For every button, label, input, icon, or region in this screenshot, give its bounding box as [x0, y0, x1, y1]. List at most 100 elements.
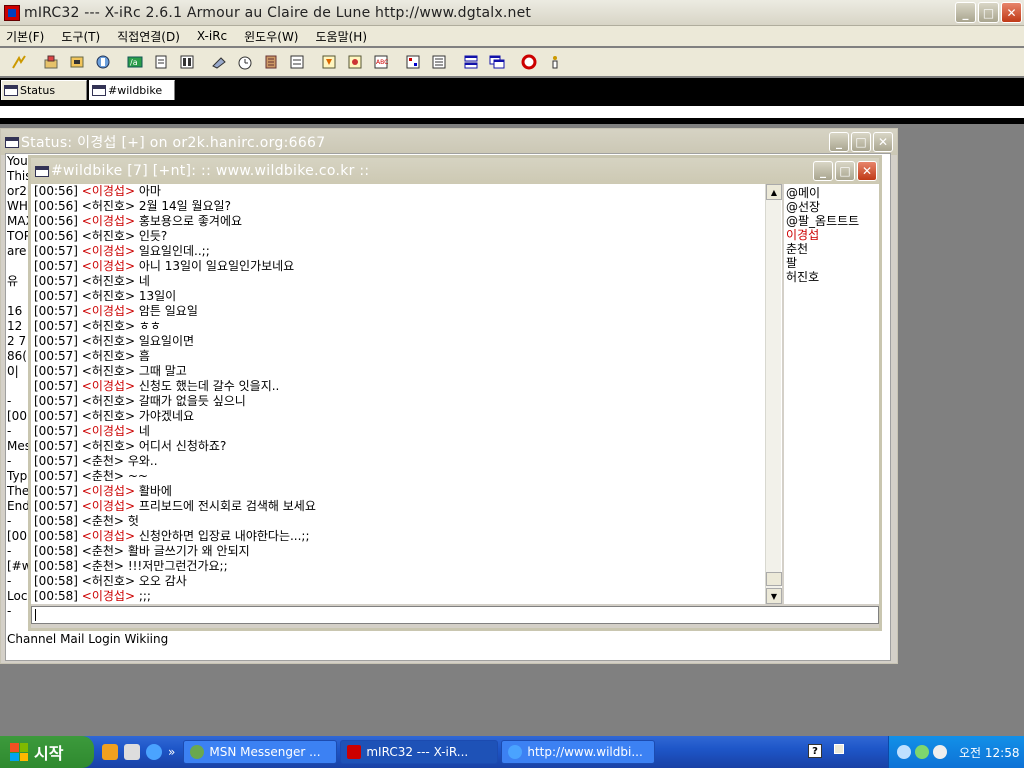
chat-log[interactable]: [00:56] <허진호> 스티커 필라고하면 수나요?[00:56] <이경섭…	[34, 184, 764, 604]
message-nick[interactable]: <이경섭>	[82, 499, 135, 513]
message-nick[interactable]: <춘천>	[82, 469, 124, 483]
messenger-quicklaunch-icon[interactable]	[102, 744, 118, 760]
network-tray-icon[interactable]	[897, 745, 911, 759]
nick-list-item[interactable]: 허진호	[786, 270, 879, 284]
message-nick[interactable]: <이경섭>	[82, 379, 135, 393]
task-msn-messenger[interactable]: MSN Messenger ...	[183, 740, 338, 764]
remote-icon[interactable]	[152, 53, 170, 71]
minimize-button[interactable]: _	[813, 161, 833, 181]
close-button[interactable]: ✕	[1001, 2, 1022, 23]
message-nick[interactable]: <허진호>	[82, 229, 135, 243]
message-nick[interactable]: <이경섭>	[82, 214, 135, 228]
chat-input[interactable]	[31, 606, 879, 624]
message-nick[interactable]: <춘천>	[82, 544, 124, 558]
scripts-icon[interactable]: /a	[126, 53, 144, 71]
start-button[interactable]: 시작	[0, 736, 94, 768]
message-nick[interactable]: <허진호>	[82, 349, 135, 363]
message-nick[interactable]: <이경섭>	[82, 484, 135, 498]
menu-xirc[interactable]: X-iRc	[197, 29, 227, 43]
menu-tools[interactable]: 도구(T)	[61, 28, 100, 45]
nick-list-item[interactable]: 팔	[786, 256, 879, 270]
chat-scrollbar[interactable]: ▲ ▼	[765, 184, 782, 604]
message-nick[interactable]: <허진호>	[82, 439, 135, 453]
log-icon[interactable]: ABC	[372, 53, 390, 71]
nick-list-item[interactable]: @팔_옴트트트	[786, 214, 879, 228]
menu-direct-connect[interactable]: 직접연결(D)	[117, 28, 180, 45]
dcc-chat-icon[interactable]	[288, 53, 306, 71]
chat-message: [00:56] <허진호> 2월 14일 월요일?	[34, 199, 764, 214]
message-nick[interactable]: <허진호>	[82, 199, 135, 213]
toolbar-toggle-icon[interactable]	[834, 744, 844, 754]
clock[interactable]: 오전 12:58	[959, 744, 1019, 761]
help-lifebuoy-icon[interactable]	[520, 53, 538, 71]
url-list-icon[interactable]	[346, 53, 364, 71]
received-files-icon[interactable]	[404, 53, 422, 71]
maximize-button[interactable]: □	[835, 161, 855, 181]
message-nick[interactable]: <허진호>	[82, 334, 135, 348]
menu-file[interactable]: 기본(F)	[6, 28, 44, 45]
cascade-icon[interactable]	[488, 53, 506, 71]
message-nick[interactable]: <허진호>	[82, 394, 135, 408]
quick-launch-more-icon[interactable]: »	[168, 745, 175, 759]
message-nick[interactable]: <허진호>	[82, 574, 135, 588]
dcc-send-icon[interactable]	[262, 53, 280, 71]
list-channels-icon[interactable]	[430, 53, 448, 71]
notify-icon[interactable]	[320, 53, 338, 71]
nick-list-item[interactable]: @선장	[786, 200, 879, 214]
colors-icon[interactable]	[210, 53, 228, 71]
channel-window[interactable]: #wildbike [7] [+nt]: :: www.wildbike.co.…	[28, 155, 882, 631]
message-nick[interactable]: <이경섭>	[82, 304, 135, 318]
status-title-bar[interactable]: Status: 이경섭 [+] on or2k.hanirc.org:6667 …	[1, 129, 897, 155]
message-nick[interactable]: <이경섭>	[82, 184, 135, 198]
menu-window[interactable]: 윈도우(W)	[244, 28, 298, 45]
desktop-quicklaunch-icon[interactable]	[124, 744, 140, 760]
ie-quicklaunch-icon[interactable]	[146, 744, 162, 760]
message-nick[interactable]: <이경섭>	[82, 259, 135, 273]
task-browser[interactable]: http://www.wildbi...	[501, 740, 656, 764]
maximize-button[interactable]: □	[978, 2, 999, 23]
close-button[interactable]: ✕	[873, 132, 893, 152]
maximize-button[interactable]: □	[851, 132, 871, 152]
message-nick[interactable]: <춘천>	[82, 514, 124, 528]
help-icon[interactable]: ?	[808, 744, 822, 758]
volume-tray-icon[interactable]	[933, 745, 947, 759]
connect-icon[interactable]	[10, 53, 28, 71]
address-book-icon[interactable]	[68, 53, 86, 71]
scroll-down-arrow-icon[interactable]: ▼	[766, 588, 782, 604]
message-nick[interactable]: <춘천>	[82, 454, 124, 468]
message-nick[interactable]: <허진호>	[82, 274, 135, 288]
channels-folder-icon[interactable]	[94, 53, 112, 71]
scroll-thumb[interactable]	[766, 572, 782, 586]
minimize-button[interactable]: _	[829, 132, 849, 152]
about-icon[interactable]	[546, 53, 564, 71]
close-button[interactable]: ✕	[857, 161, 877, 181]
message-nick[interactable]: <허진호>	[82, 319, 135, 333]
message-nick[interactable]: <이경섭>	[82, 589, 135, 603]
nick-list[interactable]: @메이 @선장 @팔_옴트트트 이경섭 춘천 팔 허진호	[782, 184, 879, 604]
aliases-icon[interactable]	[178, 53, 196, 71]
options-icon[interactable]	[42, 53, 60, 71]
scroll-up-arrow-icon[interactable]: ▲	[766, 184, 782, 200]
svg-text:ABC: ABC	[376, 59, 388, 66]
timer-icon[interactable]	[236, 53, 254, 71]
task-mirc[interactable]: mIRC32 --- X-iR...	[340, 740, 499, 764]
mirc-app-icon[interactable]	[4, 4, 20, 21]
messenger-tray-icon[interactable]	[915, 745, 929, 759]
message-nick[interactable]: <허진호>	[82, 289, 135, 303]
message-nick[interactable]: <이경섭>	[82, 424, 135, 438]
nick-list-item[interactable]: 춘천	[786, 242, 879, 256]
switchbar-tab-status[interactable]: Status	[1, 80, 87, 100]
tile-icon[interactable]	[462, 53, 480, 71]
message-nick[interactable]: <허진호>	[82, 364, 135, 378]
message-nick[interactable]: <허진호>	[82, 409, 135, 423]
channel-title-bar[interactable]: #wildbike [7] [+nt]: :: www.wildbike.co.…	[31, 158, 879, 184]
message-nick[interactable]: <춘천>	[82, 559, 124, 573]
message-nick[interactable]: <이경섭>	[82, 244, 135, 258]
app-title-bar[interactable]: mIRC32 --- X-iRc 2.6.1 Armour au Claire …	[0, 0, 1024, 26]
switchbar-tab-wildbike[interactable]: #wildbike	[89, 80, 175, 100]
nick-list-item[interactable]: 이경섭	[786, 228, 879, 242]
message-nick[interactable]: <이경섭>	[82, 529, 135, 543]
minimize-button[interactable]: _	[955, 2, 976, 23]
nick-list-item[interactable]: @메이	[786, 186, 879, 200]
menu-help[interactable]: 도움말(H)	[316, 28, 368, 45]
